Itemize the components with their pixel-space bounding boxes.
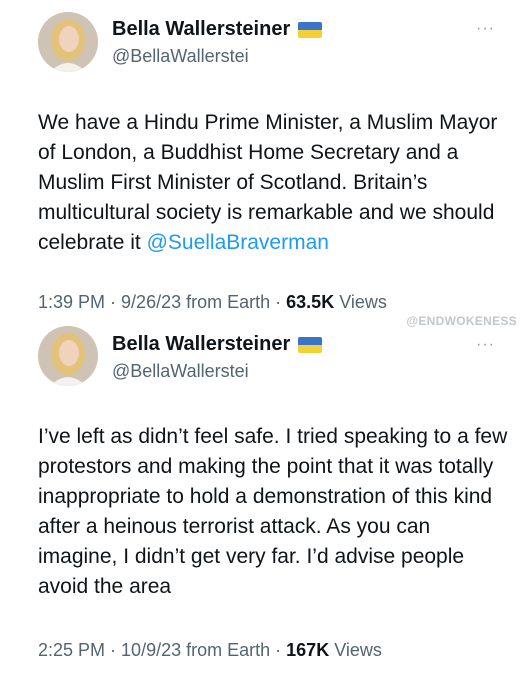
tweet-date[interactable]: 9/26/23 — [121, 292, 181, 312]
ukraine-flag-icon — [298, 336, 323, 353]
views-label: Views — [334, 640, 382, 660]
views-label: Views — [339, 292, 387, 312]
author-name-row: Bella Wallersteiner — [112, 18, 323, 41]
tweet-source: from Earth — [186, 292, 271, 312]
author-name-row: Bella Wallersteiner — [112, 333, 323, 356]
mention-link[interactable]: @SuellaBraverman — [147, 231, 329, 254]
avatar-image — [38, 12, 98, 72]
tweet-meta: 1:39 PM · 9/26/23 from Earth · 63.5K Vie… — [38, 292, 387, 312]
ukraine-flag-icon — [298, 21, 323, 38]
watermark: @ENDWOKENESS — [406, 314, 517, 328]
more-options-icon[interactable]: ··· — [476, 20, 495, 38]
views-count: 63.5K — [286, 292, 335, 312]
display-name[interactable]: Bella Wallersteiner — [112, 333, 290, 356]
tweet-meta: 2:25 PM · 10/9/23 from Earth · 167K View… — [38, 640, 382, 660]
tweet-time[interactable]: 2:25 PM — [38, 640, 105, 660]
user-handle[interactable]: @BellaWallerstei — [112, 361, 249, 382]
avatar-image — [38, 326, 98, 386]
tweet-date[interactable]: 10/9/23 — [121, 640, 181, 660]
tweet-text: I’ve left as didn’t feel safe. I tried s… — [38, 425, 508, 598]
display-name[interactable]: Bella Wallersteiner — [112, 18, 290, 41]
tweet-time[interactable]: 1:39 PM — [38, 292, 105, 312]
views-count: 167K — [286, 640, 330, 660]
avatar[interactable] — [38, 326, 98, 386]
more-options-icon[interactable]: ··· — [476, 336, 495, 354]
user-handle[interactable]: @BellaWallerstei — [112, 46, 249, 67]
tweet-source: from Earth — [186, 640, 271, 660]
tweet-text: We have a Hindu Prime Minister, a Muslim… — [38, 108, 508, 258]
avatar[interactable] — [38, 12, 98, 72]
